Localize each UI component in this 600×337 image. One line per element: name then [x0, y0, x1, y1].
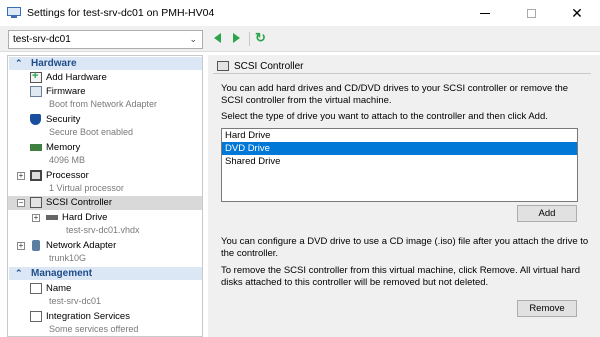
- tree-item-detail: test-srv-dc01: [49, 296, 102, 306]
- add-hardware-icon: [30, 70, 42, 83]
- shield-icon: [30, 114, 41, 125]
- remove-button[interactable]: Remove: [517, 300, 577, 317]
- hardware-section-header[interactable]: ⌃ Hardware: [9, 57, 202, 70]
- tree-item-label: Network Adapter: [46, 240, 117, 251]
- drive-option-shared-drive[interactable]: Shared Drive: [222, 155, 577, 168]
- tree-item-processor[interactable]: + Processor 1 Virtual processor: [8, 169, 202, 196]
- panel-title: SCSI Controller: [234, 61, 304, 72]
- tree-item-network-adapter[interactable]: + Network Adapter trunk10G: [8, 239, 202, 266]
- next-arrow-icon[interactable]: [233, 33, 240, 43]
- tree-item-add-hardware[interactable]: Add Hardware: [8, 70, 202, 85]
- panel-header: SCSI Controller: [213, 58, 591, 74]
- tree-item-detail: Boot from Network Adapter: [49, 99, 158, 109]
- tree-item-detail: 1 Virtual processor: [49, 183, 124, 193]
- management-section-header[interactable]: ⌃ Management: [9, 267, 202, 280]
- collapse-icon[interactable]: −: [17, 199, 25, 207]
- hard-drive-icon: [46, 215, 58, 220]
- close-icon: ✕: [571, 4, 583, 21]
- chevron-down-icon: ⌄: [189, 34, 197, 44]
- management-header-label: Management: [31, 268, 93, 279]
- collapse-icon: ⌃: [15, 58, 23, 68]
- refresh-icon[interactable]: ↻: [255, 30, 266, 46]
- expand-icon[interactable]: +: [17, 172, 25, 180]
- intro-text: You can add hard drives and CD/DVD drive…: [221, 83, 569, 106]
- tree-item-memory[interactable]: Memory 4096 MB: [8, 141, 202, 168]
- tree-item-scsi-controller[interactable]: − SCSI Controller: [8, 196, 202, 210]
- scsi-controller-icon: [217, 61, 229, 71]
- title-bar: Settings for test-srv-dc01 on PMH-HV04 ✕: [0, 0, 600, 26]
- tree-item-detail: test-srv-dc01.vhdx: [66, 225, 140, 235]
- vm-select-dropdown[interactable]: test-srv-dc01 ⌄: [8, 30, 203, 49]
- tree-item-security[interactable]: Security Secure Boot enabled: [8, 113, 202, 140]
- network-adapter-icon: [32, 240, 40, 251]
- firmware-icon: [30, 86, 42, 97]
- settings-panel: SCSI Controller You can add hard drives …: [208, 55, 600, 337]
- scsi-controller-icon: [30, 197, 42, 208]
- tree-item-label: Security: [46, 114, 81, 125]
- tree-item-integration-services[interactable]: Integration Services Some services offer…: [8, 310, 202, 336]
- tree-item-label: Memory: [46, 142, 81, 153]
- settings-app-icon: [7, 7, 21, 19]
- settings-tree: ⌃ Hardware Add Hardware Firmware Boot fr…: [7, 55, 203, 337]
- remove-note: To remove the SCSI controller from this …: [221, 265, 581, 288]
- memory-icon: [30, 144, 42, 151]
- tree-item-name[interactable]: Name test-srv-dc01: [8, 282, 202, 309]
- minimize-icon: [480, 12, 490, 14]
- tree-item-label: Name: [46, 283, 72, 294]
- hardware-header-label: Hardware: [31, 58, 77, 69]
- window-title: Settings for test-srv-dc01 on PMH-HV04: [27, 7, 215, 19]
- tree-item-detail: 4096 MB: [49, 155, 86, 165]
- select-prompt: Select the type of drive you want to att…: [221, 111, 548, 122]
- tree-item-label: Integration Services: [46, 311, 130, 322]
- expand-icon[interactable]: +: [32, 214, 40, 222]
- processor-icon: [30, 170, 42, 181]
- maximize-button[interactable]: [508, 0, 554, 26]
- tree-item-firmware[interactable]: Firmware Boot from Network Adapter: [8, 85, 202, 112]
- dvd-note: You can configure a DVD drive to use a C…: [221, 236, 589, 259]
- collapse-icon: ⌃: [15, 268, 23, 278]
- previous-arrow-icon[interactable]: [214, 33, 221, 43]
- tree-item-label: SCSI Controller: [46, 197, 112, 208]
- tree-item-detail: Secure Boot enabled: [49, 127, 134, 137]
- drive-type-list[interactable]: Hard Drive DVD Drive Shared Drive: [221, 128, 578, 202]
- tree-item-detail: trunk10G: [49, 253, 87, 263]
- add-button[interactable]: Add: [517, 205, 577, 222]
- close-button[interactable]: ✕: [554, 0, 600, 26]
- name-icon: [30, 283, 42, 294]
- vm-select-value: test-srv-dc01: [13, 34, 71, 45]
- tree-item-hard-drive[interactable]: + Hard Drive test-srv-dc01.vhdx: [8, 211, 202, 238]
- drive-option-hard-drive[interactable]: Hard Drive: [222, 129, 577, 142]
- toolbar: test-srv-dc01 ⌄ ↻: [0, 26, 600, 52]
- drive-option-dvd-drive[interactable]: DVD Drive: [222, 142, 577, 155]
- tree-item-label: Processor: [46, 170, 89, 181]
- minimize-button[interactable]: [462, 0, 508, 26]
- tree-item-label: Hard Drive: [62, 212, 108, 223]
- maximize-icon: [526, 8, 536, 18]
- tree-item-label: Add Hardware: [46, 72, 107, 83]
- expand-icon[interactable]: +: [17, 242, 25, 250]
- toolbar-divider: [249, 32, 250, 46]
- tree-item-label: Firmware: [46, 86, 86, 97]
- tree-item-detail: Some services offered: [49, 324, 139, 334]
- integration-services-icon: [30, 311, 42, 322]
